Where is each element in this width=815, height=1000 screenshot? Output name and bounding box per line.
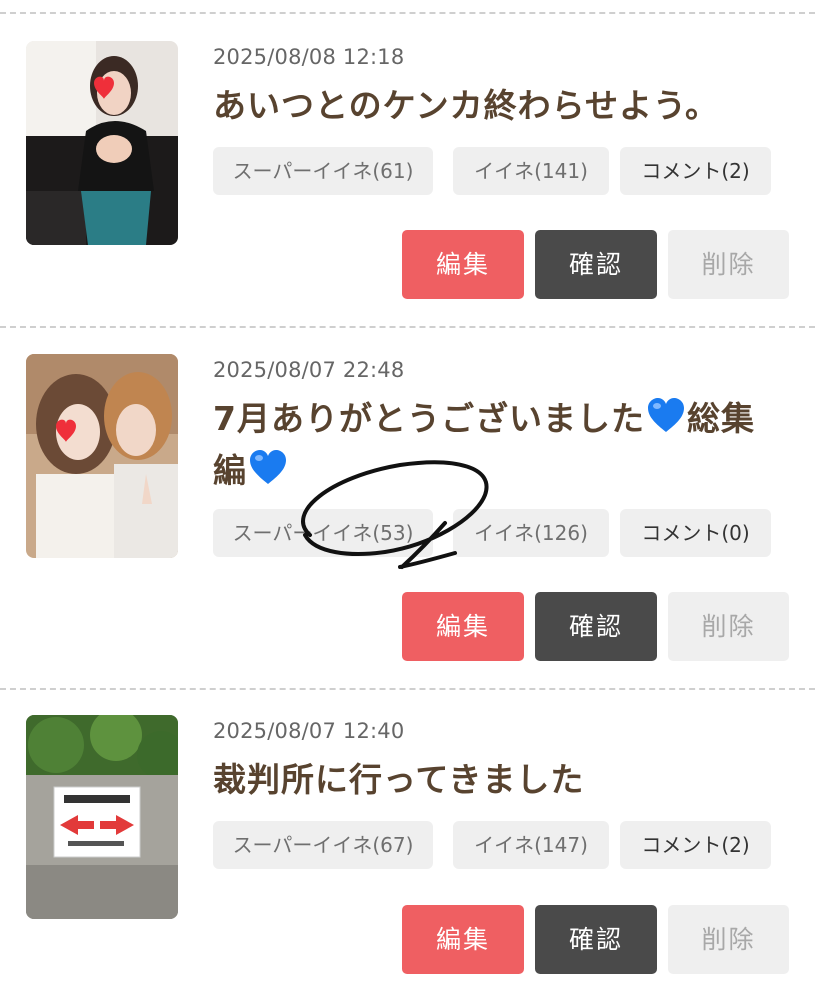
delete-button[interactable]: 削除	[668, 905, 789, 974]
confirm-button[interactable]: 確認	[535, 592, 657, 661]
blue-heart-icon	[248, 448, 288, 488]
divider	[0, 688, 815, 690]
edit-button[interactable]: 編集	[402, 592, 524, 661]
comment-chip[interactable]: コメント(2)	[620, 147, 771, 195]
delete-button[interactable]: 削除	[668, 230, 789, 299]
edit-button[interactable]: 編集	[402, 905, 524, 974]
post-thumbnail[interactable]	[26, 354, 178, 558]
post-date: 2025/08/07 12:40	[213, 719, 405, 743]
blue-heart-icon	[646, 396, 686, 436]
comment-chip[interactable]: コメント(2)	[620, 821, 771, 869]
post-title[interactable]: 7月ありがとうございました 総集編	[213, 393, 793, 497]
post-title-part: 総集	[686, 399, 755, 438]
divider	[0, 326, 815, 328]
confirm-button[interactable]: 確認	[535, 905, 657, 974]
divider-top	[0, 12, 815, 14]
post-date: 2025/08/08 12:18	[213, 45, 405, 69]
like-chip[interactable]: イイネ(141)	[453, 147, 609, 195]
edit-button[interactable]: 編集	[402, 230, 524, 299]
post-title-part: 7月ありがとうございました	[213, 399, 645, 438]
post-title[interactable]: 裁判所に行ってきました	[213, 754, 793, 806]
super-like-chip[interactable]: スーパーイイネ(53)	[213, 509, 433, 557]
confirm-button[interactable]: 確認	[535, 230, 657, 299]
comment-chip[interactable]: コメント(0)	[620, 509, 771, 557]
post-thumbnail[interactable]	[26, 41, 178, 245]
post-date: 2025/08/07 22:48	[213, 358, 405, 382]
post-thumbnail[interactable]	[26, 715, 178, 919]
super-like-chip[interactable]: スーパーイイネ(61)	[213, 147, 433, 195]
like-chip[interactable]: イイネ(126)	[453, 509, 609, 557]
post-title-part: 編	[213, 451, 247, 490]
post-title[interactable]: あいつとのケンカ終わらせよう。	[213, 80, 793, 132]
like-chip[interactable]: イイネ(147)	[453, 821, 609, 869]
delete-button[interactable]: 削除	[668, 592, 789, 661]
super-like-chip[interactable]: スーパーイイネ(67)	[213, 821, 433, 869]
